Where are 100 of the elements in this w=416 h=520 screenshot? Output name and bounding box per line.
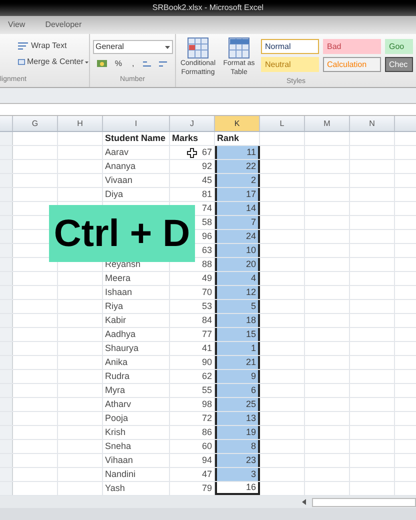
table-cell-text: Ananya xyxy=(105,160,136,173)
row-header[interactable] xyxy=(0,230,13,243)
row-header[interactable] xyxy=(0,202,13,215)
row-header[interactable] xyxy=(0,314,13,327)
table-cell-text: Shaurya xyxy=(105,342,139,355)
row-header[interactable] xyxy=(0,174,13,187)
cell-style-swatch[interactable]: Normal xyxy=(261,39,319,54)
table-cell-text: 67 xyxy=(202,146,212,159)
table-cell: 6 xyxy=(215,384,260,397)
row-header[interactable] xyxy=(0,300,13,313)
table-cell-text: 94 xyxy=(202,454,212,467)
table-cell-text: 45 xyxy=(202,174,212,187)
row-header[interactable] xyxy=(0,398,13,411)
table-cell: 24 xyxy=(215,230,260,243)
table-cell-text: Aadhya xyxy=(105,328,136,341)
ribbon-tab[interactable]: View xyxy=(8,19,26,31)
row-header[interactable] xyxy=(0,384,13,397)
row-header[interactable] xyxy=(0,412,13,425)
row-header[interactable] xyxy=(0,328,13,341)
cross-cursor-icon xyxy=(187,148,197,158)
horizontal-scrollbar[interactable] xyxy=(312,498,416,506)
row-header[interactable] xyxy=(0,454,13,467)
caret-icon xyxy=(85,60,89,64)
table-cell-text: 86 xyxy=(202,426,212,439)
table-cell: 23 xyxy=(215,454,260,467)
ribbon-tab[interactable]: Developer xyxy=(45,19,82,31)
row-header[interactable] xyxy=(0,146,13,159)
table-cell-text: Diya xyxy=(105,188,124,201)
row-header[interactable] xyxy=(0,216,13,229)
table-cell-text: 70 xyxy=(202,286,212,299)
row-header[interactable] xyxy=(0,356,13,369)
column-title: Student Name xyxy=(105,132,166,145)
merge-center-button[interactable]: Merge & Center xyxy=(18,56,89,68)
table-cell: 25 xyxy=(215,398,260,411)
cell-style-swatch[interactable]: Chec xyxy=(385,57,413,72)
wrap-text-button[interactable]: Wrap Text xyxy=(18,40,89,52)
table-cell: 15 xyxy=(215,328,260,341)
table-cell: 13 xyxy=(215,412,260,425)
table-cell-text: 53 xyxy=(202,300,212,313)
column-header[interactable]: L xyxy=(260,116,305,131)
scroll-left-icon[interactable] xyxy=(300,498,308,506)
row-header[interactable] xyxy=(0,440,13,453)
row-header[interactable] xyxy=(0,482,13,495)
table-cell-text: Meera xyxy=(105,272,131,285)
cell-style-swatch[interactable]: Bad xyxy=(323,39,381,54)
number-style-button[interactable]: , xyxy=(130,58,136,70)
table-cell-text: Yash xyxy=(105,482,125,495)
table-cell-text: 49 xyxy=(202,272,212,285)
window-title: SRBook2.xlsx - Microsoft Excel xyxy=(152,2,264,14)
table-cell-text: 81 xyxy=(202,188,212,201)
increase-decimal-icon[interactable] xyxy=(142,60,152,68)
column-header[interactable]: N xyxy=(350,116,395,131)
formula-bar[interactable] xyxy=(0,103,416,115)
table-cell: 2 xyxy=(215,174,260,187)
table-grid-icon xyxy=(228,37,250,59)
row-header[interactable] xyxy=(0,468,13,481)
currency-icon[interactable] xyxy=(96,59,107,69)
table-cell-text: Aarav xyxy=(105,146,129,159)
table-cell-text: 63 xyxy=(202,244,212,257)
table-cell-text: Sneha xyxy=(105,440,132,453)
table-cell: 4 xyxy=(215,272,260,285)
merge-icon xyxy=(18,58,26,66)
table-cell-text: Atharv xyxy=(105,398,132,411)
column-title: Marks xyxy=(172,132,198,145)
table-cell: 8 xyxy=(215,440,260,453)
table-cell-text: 96 xyxy=(202,230,212,243)
number-format-dropdown[interactable]: General xyxy=(92,40,172,54)
column-header[interactable]: H xyxy=(58,116,103,131)
number-style-button[interactable]: % xyxy=(112,58,124,70)
row-header[interactable] xyxy=(0,370,13,383)
column-header[interactable]: G xyxy=(13,116,58,131)
table-cell-text: 98 xyxy=(202,398,212,411)
table-cell-text: 41 xyxy=(202,342,212,355)
column-header[interactable]: K xyxy=(215,116,260,131)
table-cell-text: 77 xyxy=(202,328,212,341)
table-cell-text: 72 xyxy=(202,412,212,425)
table-cell: 3 xyxy=(215,468,260,481)
row-header[interactable] xyxy=(0,188,13,201)
table-cell-text: 90 xyxy=(202,356,212,369)
decrease-decimal-icon[interactable] xyxy=(158,60,168,68)
row-header[interactable] xyxy=(0,272,13,285)
table-cell: 20 xyxy=(215,258,260,271)
column-header[interactable]: M xyxy=(305,116,350,131)
row-header[interactable] xyxy=(0,342,13,355)
row-header[interactable] xyxy=(0,426,13,439)
table-cell: 18 xyxy=(215,314,260,327)
table-cell-text: 60 xyxy=(202,440,212,453)
table-cell-text: Myra xyxy=(105,384,125,397)
table-cell: 14 xyxy=(215,202,260,215)
row-header[interactable] xyxy=(0,132,13,145)
column-header[interactable]: I xyxy=(103,116,170,131)
table-cell: 16 xyxy=(215,482,260,495)
table-cell-text: Vihaan xyxy=(105,454,133,467)
cell-style-swatch[interactable]: Goo xyxy=(385,39,413,54)
table-cell-text: Pooja xyxy=(105,412,128,425)
table-cell-text: Riya xyxy=(105,300,124,313)
row-header[interactable] xyxy=(0,244,13,257)
row-header[interactable] xyxy=(0,258,13,271)
row-header[interactable] xyxy=(0,160,13,173)
row-header[interactable] xyxy=(0,286,13,299)
